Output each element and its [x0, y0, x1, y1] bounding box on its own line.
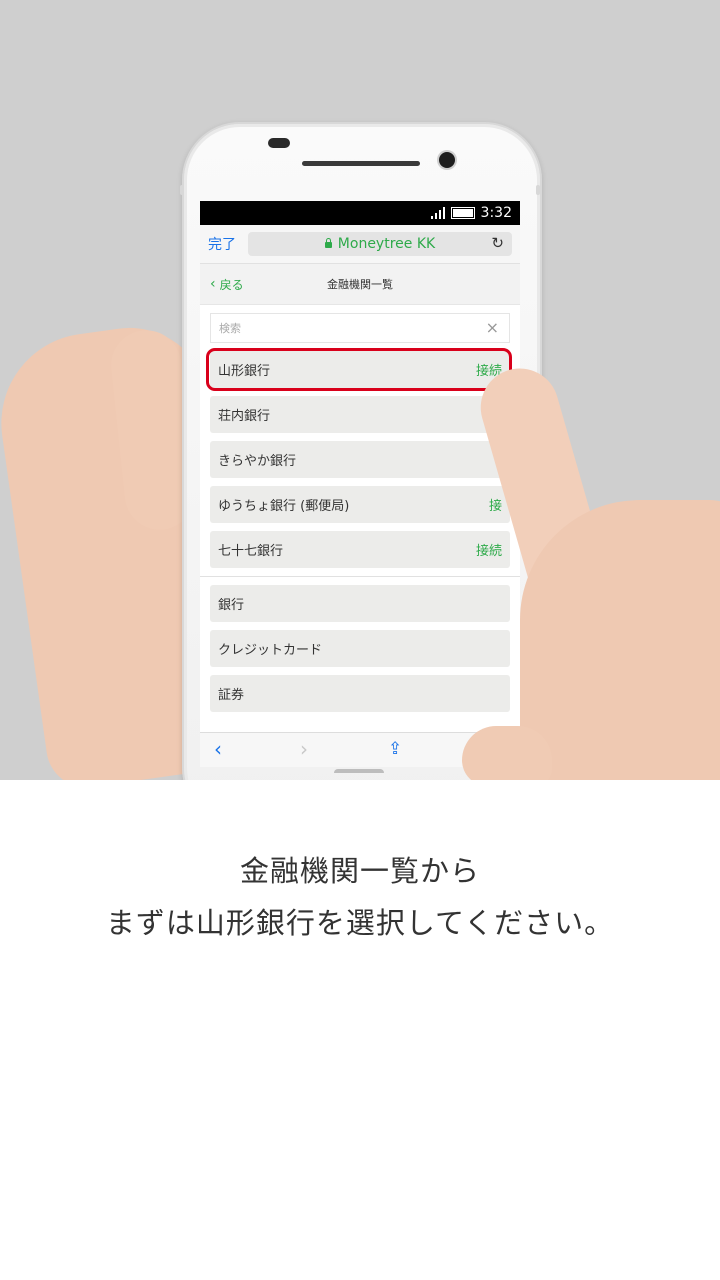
brand-logo: [334, 769, 384, 780]
category-name: 銀行: [218, 598, 245, 613]
done-button[interactable]: 完了: [208, 234, 248, 254]
list-item-bank[interactable]: ゆうちょ銀行 (郵便局) 接: [210, 486, 510, 523]
bank-name: ゆうちょ銀行 (郵便局): [218, 499, 350, 514]
back-label: 戻る: [219, 277, 244, 292]
list-item-bank[interactable]: きらやか銀行: [210, 441, 510, 478]
connect-label[interactable]: 接続: [476, 540, 502, 559]
forward-arrow-icon[interactable]: ›: [300, 737, 308, 761]
browser-bar: 完了 Moneytree KK ↻: [200, 225, 520, 264]
url-bar[interactable]: Moneytree KK ↻: [248, 232, 512, 256]
signal-icon: [430, 207, 445, 219]
sensor-icon: [268, 138, 290, 148]
category-name: クレジットカード: [218, 643, 323, 658]
page-title: 金融機関一覧: [327, 278, 393, 291]
back-button[interactable]: ‹ 戻る: [200, 276, 244, 293]
lock-icon: [324, 238, 332, 248]
share-icon[interactable]: ⇪: [388, 739, 402, 759]
connect-label[interactable]: 接: [489, 495, 502, 514]
navigation-bar: ‹ 戻る 金融機関一覧: [200, 264, 520, 305]
back-arrow-icon[interactable]: ‹: [214, 737, 222, 761]
speaker-icon: [302, 161, 420, 166]
search-input[interactable]: 検索 ×: [210, 313, 510, 343]
instruction-caption: 金融機関一覧から まずは山形銀行を選択してください。: [0, 845, 720, 949]
list-item-category[interactable]: クレジットカード: [210, 630, 510, 667]
divider: [200, 576, 520, 577]
side-button: [536, 185, 540, 195]
list-item-bank[interactable]: 七十七銀行 接続: [210, 531, 510, 568]
caption-line-2: まずは山形銀行を選択してください。: [105, 906, 615, 940]
bank-name: 七十七銀行: [218, 544, 284, 559]
status-bar: 3:32: [200, 201, 520, 225]
battery-icon: [450, 207, 475, 219]
right-hand: [520, 500, 720, 780]
status-time: 3:32: [480, 205, 512, 221]
list-item-category[interactable]: 銀行: [210, 585, 510, 622]
phone-screen: 3:32 完了 Moneytree KK ↻ ‹ 戻る 金融機関一覧 検索 ×: [200, 201, 520, 767]
search-placeholder: 検索: [219, 322, 241, 335]
caption-line-1: 金融機関一覧から: [239, 854, 480, 888]
close-icon[interactable]: ×: [486, 318, 499, 337]
front-camera-icon: [439, 152, 455, 168]
bank-list: 山形銀行 接続 荘内銀行 きらやか銀行 ゆうちょ銀行 (郵便局) 接 七十七銀行: [200, 351, 520, 712]
category-name: 証券: [218, 688, 245, 703]
list-item-category[interactable]: 証券: [210, 675, 510, 712]
side-button: [180, 185, 184, 195]
right-thumb: [462, 726, 552, 780]
reload-icon[interactable]: ↻: [491, 234, 504, 252]
selection-highlight: [206, 348, 512, 391]
url-title: Moneytree KK: [337, 236, 436, 252]
chevron-left-icon: ‹: [210, 276, 216, 292]
list-item-bank[interactable]: 荘内銀行: [210, 396, 510, 433]
bank-name: 荘内銀行: [218, 409, 271, 424]
bank-name: きらやか銀行: [218, 454, 297, 469]
hero-illustration: 3:32 完了 Moneytree KK ↻ ‹ 戻る 金融機関一覧 検索 ×: [0, 0, 720, 780]
